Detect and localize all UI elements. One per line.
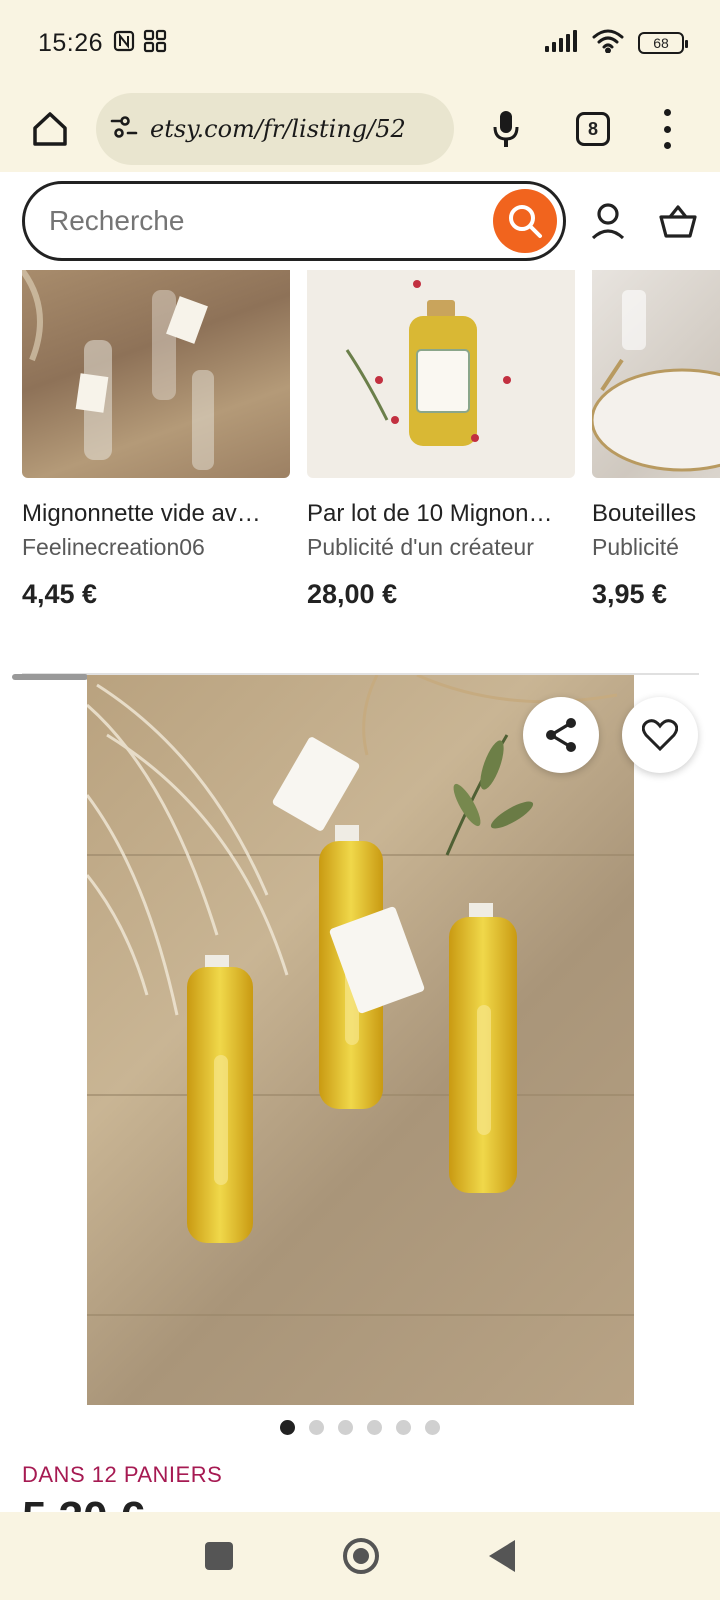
product-price: 3,95 € bbox=[592, 579, 668, 609]
product-card[interactable]: Par lot de 10 Mignon… Publicité d'un cré… bbox=[307, 270, 575, 610]
etsy-header bbox=[0, 172, 720, 270]
product-image[interactable] bbox=[307, 270, 575, 478]
cart-button[interactable] bbox=[658, 199, 698, 243]
product-price: 4,45 € bbox=[22, 579, 98, 609]
more-vert-icon[interactable] bbox=[662, 109, 672, 149]
home-icon bbox=[33, 112, 67, 146]
address-bar[interactable]: etsy.com/fr/listing/52 bbox=[96, 93, 454, 165]
product-image[interactable] bbox=[22, 270, 290, 478]
search-box bbox=[22, 181, 567, 261]
share-icon bbox=[546, 718, 576, 752]
home-nav-icon[interactable] bbox=[343, 1538, 379, 1574]
listing-price: 5,30 € bbox=[22, 1496, 144, 1512]
voice-search-button[interactable] bbox=[484, 105, 528, 153]
ad-label: Publicité bbox=[592, 534, 679, 560]
product-title[interactable]: Bouteilles bbox=[592, 500, 720, 528]
wifi-icon bbox=[592, 29, 624, 58]
product-card[interactable]: Mignonnette vide av… Feelinecreation06 4… bbox=[22, 270, 290, 610]
pagination-dot[interactable] bbox=[396, 1420, 411, 1435]
account-button[interactable] bbox=[588, 199, 628, 243]
product-image[interactable] bbox=[592, 270, 720, 478]
listing-image[interactable] bbox=[87, 675, 634, 1405]
battery-icon: 68 bbox=[638, 32, 688, 54]
pagination-dot[interactable] bbox=[280, 1420, 295, 1435]
product-price: 28,00 € bbox=[307, 579, 398, 609]
status-time: 15:26 bbox=[38, 28, 104, 57]
battery-level: 68 bbox=[653, 35, 669, 51]
system-nav-bar bbox=[0, 1512, 720, 1600]
pagination-dot[interactable] bbox=[338, 1420, 353, 1435]
tab-switcher-button[interactable]: 8 bbox=[576, 112, 610, 146]
product-title[interactable]: Par lot de 10 Mignon… bbox=[307, 500, 575, 528]
account-icon bbox=[592, 203, 625, 240]
search-icon bbox=[509, 205, 543, 238]
cart-icon bbox=[659, 205, 697, 238]
home-button[interactable] bbox=[26, 105, 74, 153]
browser-toolbar: etsy.com/fr/listing/52 8 bbox=[0, 86, 720, 172]
back-icon[interactable] bbox=[489, 1540, 515, 1572]
qr-scan-icon bbox=[143, 29, 167, 58]
ad-label: Publicité d'un créateur bbox=[307, 534, 534, 560]
recent-apps-icon[interactable] bbox=[205, 1542, 233, 1570]
pagination-dot[interactable] bbox=[309, 1420, 324, 1435]
heart-icon bbox=[642, 719, 678, 751]
pagination-dot[interactable] bbox=[367, 1420, 382, 1435]
nfc-icon bbox=[113, 30, 135, 57]
search-input[interactable] bbox=[49, 205, 494, 237]
share-button[interactable] bbox=[523, 697, 599, 773]
favorite-button[interactable] bbox=[622, 697, 698, 773]
signal-icon bbox=[544, 29, 578, 58]
url-text: etsy.com/fr/listing/52 bbox=[150, 115, 406, 143]
in-baskets-badge: DANS 12 PANIERS bbox=[22, 1462, 223, 1487]
tab-count: 8 bbox=[587, 118, 598, 139]
pagination-dot[interactable] bbox=[425, 1420, 440, 1435]
shop-name: Feelinecreation06 bbox=[22, 534, 205, 560]
search-button[interactable] bbox=[493, 189, 558, 253]
carousel-scroll-indicator bbox=[12, 674, 88, 680]
status-bar: 15:26 68 bbox=[0, 0, 720, 86]
recommended-carousel: Mignonnette vide av… Feelinecreation06 4… bbox=[22, 270, 720, 610]
product-card[interactable]: Bouteilles Publicité 3,95 € bbox=[592, 270, 720, 610]
product-title[interactable]: Mignonnette vide av… bbox=[22, 500, 290, 528]
image-pagination bbox=[280, 1420, 440, 1435]
site-settings-icon[interactable] bbox=[110, 115, 138, 144]
microphone-icon bbox=[493, 111, 519, 147]
